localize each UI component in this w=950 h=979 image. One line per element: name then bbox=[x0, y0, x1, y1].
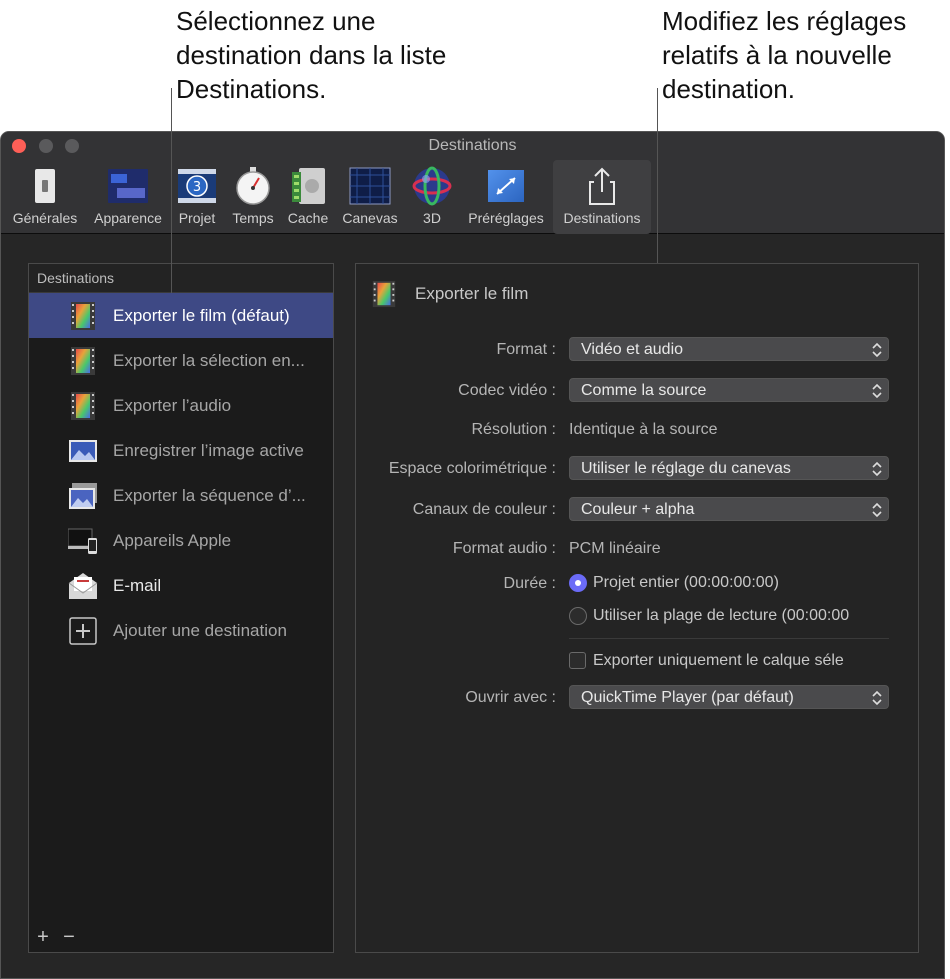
export-layer-checkbox-row[interactable]: Exporter uniquement le calque séle bbox=[569, 650, 909, 672]
canvas-icon bbox=[349, 167, 391, 205]
image-sequence-icon bbox=[69, 483, 97, 509]
list-item-add-destination[interactable]: Ajouter une destination bbox=[29, 608, 333, 653]
window-title: Destinations bbox=[428, 137, 517, 154]
radio-button[interactable] bbox=[569, 607, 587, 625]
tab-prereglages[interactable]: Préréglages bbox=[461, 160, 551, 234]
3d-sphere-icon bbox=[412, 166, 452, 206]
duration-radio-entire-project[interactable]: Projet entier (00:00:00:00) bbox=[569, 572, 909, 594]
chevron-updown-icon bbox=[872, 383, 882, 399]
panel-title: Exporter le film bbox=[415, 284, 529, 303]
preferences-toolbar: Générales Apparence 3 Projet Temps Cache… bbox=[1, 160, 661, 234]
destinations-list-header: Destinations bbox=[29, 264, 333, 293]
film-icon bbox=[71, 392, 95, 420]
tab-cache[interactable]: Cache bbox=[283, 160, 333, 234]
resolution-label: Résolution : bbox=[471, 421, 557, 438]
separator bbox=[569, 638, 889, 639]
presets-icon bbox=[488, 170, 524, 202]
chevron-updown-icon bbox=[872, 502, 882, 518]
list-item-export-selection[interactable]: Exporter la sélection en... bbox=[29, 338, 333, 383]
channels-label: Canaux de couleur : bbox=[412, 501, 556, 518]
destinations-list-footer: + − bbox=[28, 923, 334, 953]
chevron-updown-icon bbox=[872, 461, 882, 477]
colorspace-label: Espace colorimétrique : bbox=[388, 460, 556, 477]
add-icon bbox=[69, 617, 97, 645]
destination-settings-panel: Exporter le film Format : Vidéo et audio… bbox=[355, 263, 919, 953]
project-icon: 3 bbox=[178, 169, 216, 203]
colorspace-popup[interactable]: Utiliser le réglage du canevas bbox=[569, 456, 889, 480]
preferences-window: Destinations Générales Apparence 3 Proje… bbox=[0, 131, 945, 979]
tab-projet[interactable]: 3 Projet bbox=[173, 160, 221, 234]
chevron-updown-icon bbox=[872, 690, 882, 706]
share-icon bbox=[589, 167, 615, 205]
radio-button-selected[interactable] bbox=[569, 574, 587, 592]
list-item-email[interactable]: E-mail bbox=[29, 563, 333, 608]
resolution-value: Identique à la source bbox=[569, 421, 718, 438]
titlebar: Destinations Générales Apparence 3 Proje… bbox=[1, 132, 944, 234]
codec-popup[interactable]: Comme la source bbox=[569, 378, 889, 402]
chevron-updown-icon bbox=[872, 342, 882, 358]
list-item-export-film[interactable]: Exporter le film (défaut) bbox=[29, 293, 333, 338]
callout-leader-left bbox=[171, 88, 172, 293]
list-item-save-frame[interactable]: Enregistrer l’image active bbox=[29, 428, 333, 473]
export-layer-checkbox[interactable] bbox=[569, 652, 586, 669]
format-label: Format : bbox=[496, 341, 556, 358]
callout-leader-right bbox=[657, 88, 658, 263]
audio-format-label: Format audio : bbox=[452, 540, 556, 557]
tab-destinations[interactable]: Destinations bbox=[553, 160, 651, 234]
destinations-list: Destinations Exporter le film (défaut) E… bbox=[28, 263, 334, 924]
apple-devices-icon bbox=[68, 528, 97, 554]
mail-icon bbox=[68, 573, 98, 599]
tab-3d[interactable]: 3D bbox=[407, 160, 457, 234]
channels-popup[interactable]: Couleur + alpha bbox=[569, 497, 889, 521]
audio-format-value: PCM linéaire bbox=[569, 540, 661, 557]
film-icon bbox=[71, 347, 95, 375]
callout-modify-settings: Modifiez les réglages relatifs à la nouv… bbox=[662, 6, 907, 104]
switch-icon bbox=[35, 169, 55, 203]
list-item-export-sequence[interactable]: Exporter la séquence d’... bbox=[29, 473, 333, 518]
image-icon bbox=[69, 440, 97, 462]
stopwatch-icon bbox=[236, 167, 270, 205]
format-popup[interactable]: Vidéo et audio bbox=[569, 337, 889, 361]
tab-canevas[interactable]: Canevas bbox=[337, 160, 403, 234]
film-icon bbox=[71, 302, 95, 330]
codec-label: Codec vidéo : bbox=[458, 382, 556, 399]
project-badge: 3 bbox=[193, 180, 201, 195]
add-destination-button[interactable]: + bbox=[31, 923, 55, 951]
open-with-label: Ouvrir avec : bbox=[465, 689, 556, 706]
remove-destination-button[interactable]: − bbox=[57, 923, 81, 951]
cache-icon bbox=[292, 168, 325, 204]
tab-temps[interactable]: Temps bbox=[225, 160, 281, 234]
list-item-apple-devices[interactable]: Appareils Apple bbox=[29, 518, 333, 563]
tab-apparence[interactable]: Apparence bbox=[87, 160, 169, 234]
duration-radio-play-range[interactable]: Utiliser la plage de lecture (00:00:00 bbox=[569, 605, 909, 627]
callout-select-destination: Sélectionnez une destination dans la lis… bbox=[176, 6, 447, 104]
duration-label: Durée : bbox=[503, 575, 556, 592]
open-with-popup[interactable]: QuickTime Player (par défaut) bbox=[569, 685, 889, 709]
list-item-export-audio[interactable]: Exporter l’audio bbox=[29, 383, 333, 428]
film-icon bbox=[372, 280, 396, 308]
tab-generales[interactable]: Générales bbox=[7, 160, 83, 234]
appearance-icon bbox=[108, 169, 148, 203]
